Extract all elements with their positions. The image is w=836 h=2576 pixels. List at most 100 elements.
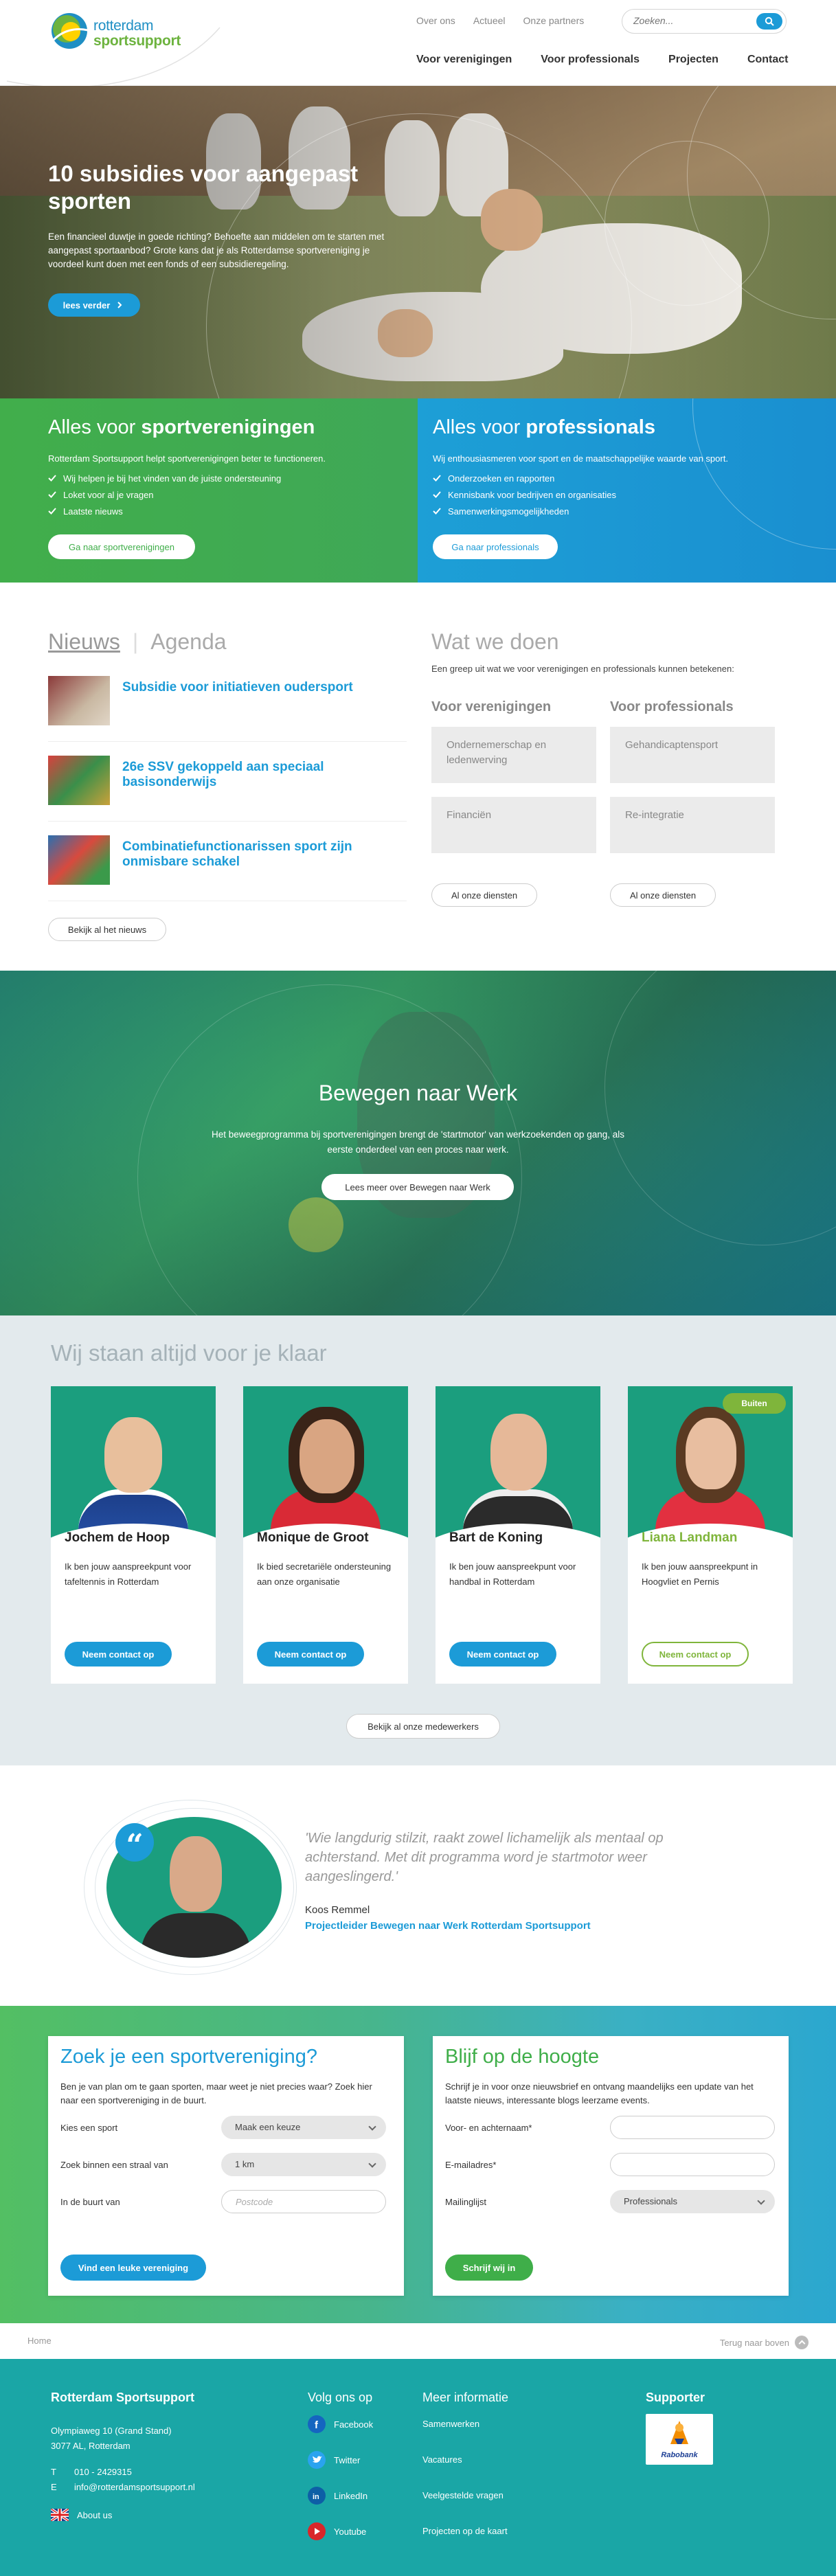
lees-meer-bewegen-button[interactable]: Lees meer over Bewegen naar Werk (321, 1174, 514, 1200)
mailinglist-select[interactable]: Professionals (610, 2190, 775, 2213)
news-item[interactable]: 26e SSV gekoppeld aan speciaal basisonde… (48, 756, 407, 822)
schrijf-wij-in-button[interactable]: Schrijf wij in (445, 2255, 533, 2281)
toplink-actueel[interactable]: Actueel (473, 15, 506, 26)
service-gehandicaptensport[interactable]: Gehandicaptensport (610, 727, 775, 783)
bekijk-al-het-nieuws-button[interactable]: Bekijk al het nieuws (48, 918, 166, 941)
social-youtube[interactable]: Youtube (308, 2522, 366, 2540)
social-linkedin[interactable]: in LinkedIn (308, 2487, 368, 2505)
site-footer: Rotterdam Sportsupport Olympiaweg 10 (Gr… (0, 2359, 836, 2576)
team-card: Jochem de Hoop Ik ben jouw aanspreekpunt… (51, 1386, 216, 1684)
news-item-title[interactable]: Combinatiefunctionarissen sport zijn onm… (122, 839, 397, 870)
footer-social-title: Volg ons op (308, 2391, 373, 2404)
photo-face (104, 1417, 162, 1493)
ga-naar-sportverenigingen-button[interactable]: Ga naar sportverenigingen (48, 534, 195, 559)
panel-verenigingen-title: Alles voor sportverenigingen (48, 416, 315, 439)
footer-email[interactable]: info@rotterdamsportsupport.nl (74, 2480, 195, 2495)
uk-flag-icon (51, 2509, 69, 2521)
logo-mark-icon (52, 13, 89, 49)
news-item[interactable]: Combinatiefunctionarissen sport zijn onm… (48, 835, 407, 901)
al-onze-diensten-verenigingen-button[interactable]: Al onze diensten (431, 883, 537, 907)
footer-link-samenwerken[interactable]: Samenwerken (422, 2417, 479, 2432)
service-re-integratie[interactable]: Re-integratie (610, 797, 775, 853)
social-label: Twitter (334, 2454, 361, 2465)
news-and-services: Nieuws | Agenda Subsidie voor initiatieven… (0, 583, 836, 971)
panel-title-bold: sportverenigingen (141, 416, 315, 438)
nav-voor-verenigingen[interactable]: Voor verenigingen (416, 54, 512, 66)
hero-read-more-button[interactable]: lees verder (48, 293, 140, 317)
list-item: Wij helpen je bij het vinden van de juis… (48, 470, 281, 486)
ga-naar-professionals-button[interactable]: Ga naar professionals (433, 534, 558, 559)
search-button[interactable] (756, 13, 782, 30)
bekijk-al-onze-medewerkers-button[interactable]: Bekijk al onze medewerkers (346, 1714, 500, 1739)
neem-contact-op-button[interactable]: Neem contact op (449, 1642, 556, 1667)
tab-nieuws[interactable]: Nieuws (48, 629, 120, 654)
list-item-label: Laatste nieuws (63, 506, 123, 517)
quote-author: Koos Remmel (305, 1904, 370, 1916)
team-member-name: Monique de Groot (257, 1530, 369, 1545)
sport-select[interactable]: Maak een keuze (221, 2116, 386, 2139)
about-us-label: About us (77, 2509, 113, 2520)
neem-contact-op-button[interactable]: Neem contact op (257, 1642, 364, 1667)
neem-contact-op-button[interactable]: Neem contact op (65, 1642, 172, 1667)
news-item-title[interactable]: Subsidie voor initiatieven oudersport (122, 680, 397, 695)
footer-link-vacatures[interactable]: Vacatures (422, 2452, 462, 2467)
footer-tel[interactable]: 010 - 2429315 (74, 2465, 132, 2480)
social-label: Facebook (334, 2419, 374, 2430)
rabobank-emblem-icon (670, 2421, 688, 2444)
bewegen-naar-werk-banner: Bewegen naar Werk Het beweegprogramma bi… (0, 971, 836, 1315)
logo-text-rotterdam: rotterdam (93, 18, 154, 34)
search-club-title: Zoek je een sportvereniging? (60, 2046, 318, 2068)
facebook-icon: f (308, 2415, 326, 2433)
chevron-right-icon (117, 302, 122, 308)
news-thumbnail (48, 676, 110, 725)
list-item: Kennisbank voor bedrijven en organisatie… (433, 486, 616, 503)
footer-about-us-link[interactable]: About us (51, 2509, 112, 2521)
rabobank-logo[interactable]: Rabobank (646, 2414, 713, 2465)
svg-text:in: in (313, 2493, 319, 2501)
social-twitter[interactable]: Twitter (308, 2451, 360, 2469)
footer-link-veelgestelde-vragen[interactable]: Veelgestelde vragen (422, 2488, 504, 2503)
news-item[interactable]: Subsidie voor initiatieven oudersport (48, 676, 407, 742)
site-logo[interactable]: rotterdam sportsupport (48, 10, 181, 51)
service-financien[interactable]: Financiën (431, 797, 596, 853)
nav-voor-professionals[interactable]: Voor professionals (541, 54, 640, 66)
radius-select[interactable]: 1 km (221, 2153, 386, 2176)
footer-link-projecten-op-de-kaart[interactable]: Projecten op de kaart (422, 2524, 508, 2539)
list-item: Samenwerkingsmogelijkheden (433, 503, 616, 519)
search-club-panel: Zoek je een sportvereniging? Ben je van … (48, 2036, 404, 2296)
email-input[interactable] (610, 2153, 775, 2176)
back-to-top-link[interactable]: Terug naar boven (720, 2336, 809, 2349)
al-onze-diensten-professionals-button[interactable]: Al onze diensten (610, 883, 716, 907)
tab-agenda[interactable]: Agenda (150, 629, 226, 654)
site-header: rotterdam sportsupport Over ons Actueel … (0, 0, 836, 90)
toplink-onze-partners[interactable]: Onze partners (523, 15, 585, 26)
quote-section: “ 'Wie langdurig stilzit, raakt zowel li… (0, 1765, 836, 2006)
hero-read-more-label: lees verder (63, 300, 111, 310)
mailinglist-label: Mailinglijst (445, 2197, 486, 2207)
panel-professionals-list: Onderzoeken en rapporten Kennisbank voor… (433, 470, 616, 519)
hero-banner: 10 subsidies voor aangepast sporten Een … (0, 86, 836, 398)
toplink-over-ons[interactable]: Over ons (416, 15, 455, 26)
search-input[interactable] (633, 15, 750, 26)
service-ondernemerschap[interactable]: Ondernemerschap en ledenwerving (431, 727, 596, 783)
team-photo (436, 1386, 600, 1551)
social-facebook[interactable]: f Facebook (308, 2415, 373, 2433)
name-input[interactable] (610, 2116, 775, 2139)
quote-author-role[interactable]: Projectleider Bewegen naar Werk Rotterda… (305, 1920, 591, 1932)
panel-title-prefix: Alles voor (48, 416, 142, 438)
wat-we-doen-title: Wat we doen (431, 629, 559, 654)
list-item: Laatste nieuws (48, 503, 281, 519)
news-item-title[interactable]: 26e SSV gekoppeld aan speciaal basisonde… (122, 760, 397, 790)
breadcrumb-home[interactable]: Home (27, 2336, 52, 2346)
neem-contact-op-button[interactable]: Neem contact op (642, 1642, 749, 1667)
panel-verenigingen: Alles voor sportverenigingen Rotterdam S… (0, 398, 418, 583)
nav-contact[interactable]: Contact (747, 54, 789, 66)
vind-een-leuke-vereniging-button[interactable]: Vind een leuke vereniging (60, 2255, 206, 2281)
team-section: Wij staan altijd voor je klaar Jochem de… (0, 1315, 836, 1765)
nav-projecten[interactable]: Projecten (668, 54, 719, 66)
check-icon (433, 508, 441, 515)
hero-title: 10 subsidies voor aangepast sporten (48, 161, 359, 214)
postcode-input[interactable]: Postcode (221, 2190, 386, 2213)
bewegen-text: Het beweegprogramma bij sportvereniginge… (211, 1129, 624, 1155)
email-label: E-mailadres* (445, 2160, 497, 2170)
